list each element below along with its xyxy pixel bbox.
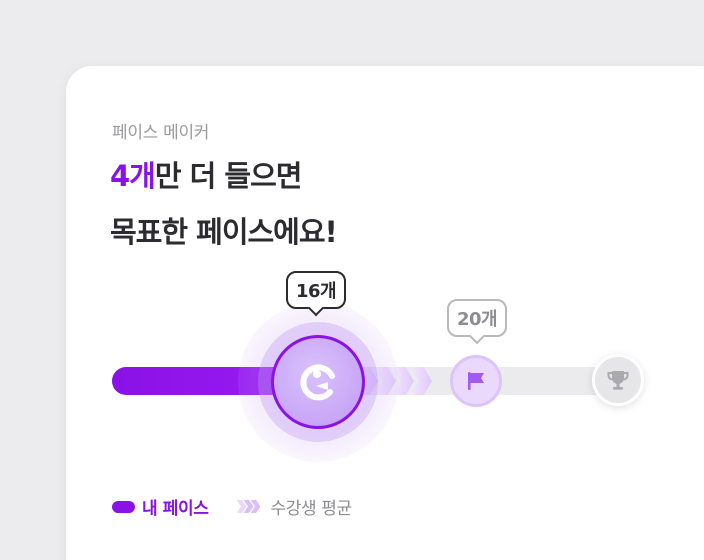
flag-icon: [468, 372, 484, 390]
my-pace-bubble: 16개: [286, 271, 346, 317]
headline-line-2: 목표한 페이스에요!: [110, 215, 338, 249]
average-pace-bubble: 20개: [447, 299, 507, 345]
remaining-count: 4개: [110, 159, 156, 193]
legend-average-pace: 수강생 평균: [270, 499, 352, 519]
my-pace-swatch: [112, 500, 135, 513]
trophy-icon: [607, 371, 629, 390]
legend: 내 페이스 수강생 평균: [112, 494, 352, 519]
headline-line-1-text: 만 더 들으면: [154, 159, 303, 193]
card-eyebrow: 페이스 메이커: [112, 123, 210, 143]
my-pace-count: 16개: [295, 281, 337, 302]
average-pace-marker[interactable]: [450, 355, 502, 407]
goal-marker[interactable]: [592, 354, 644, 406]
average-pace-count: 20개: [456, 309, 498, 330]
average-pace-swatch: [236, 500, 261, 513]
my-pace-marker[interactable]: [271, 335, 365, 429]
pacman-face-icon: [300, 364, 335, 401]
headline-line-1: 4개만 더 들으면: [110, 158, 303, 194]
legend-my-pace: 내 페이스: [142, 499, 209, 519]
